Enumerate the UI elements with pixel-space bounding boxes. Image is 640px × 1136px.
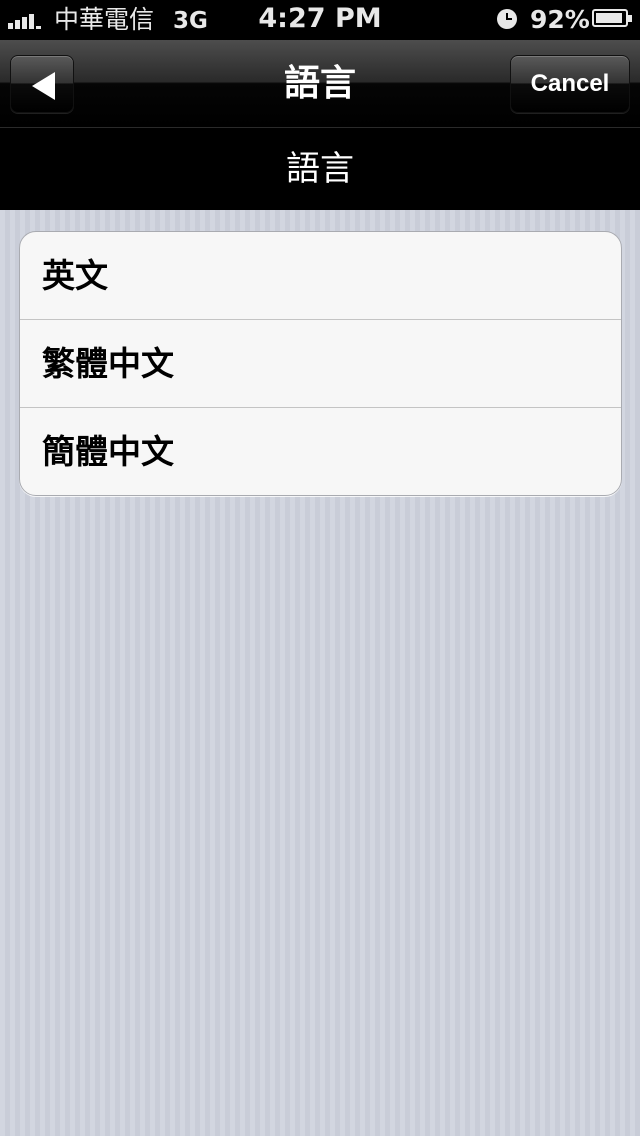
status-bar: 中華電信 3G 4:27 PM 92% xyxy=(0,0,640,40)
battery-percentage: 92% xyxy=(530,5,590,34)
battery-icon xyxy=(592,9,632,27)
clock-icon xyxy=(497,9,517,29)
back-button[interactable] xyxy=(10,55,74,113)
language-option-traditional-chinese[interactable]: 繁體中文 xyxy=(20,320,621,408)
language-option-english[interactable]: 英文 xyxy=(20,232,621,320)
language-option-label: 簡體中文 xyxy=(42,432,174,471)
battery-level-fill xyxy=(596,13,622,23)
language-list: 英文 繁體中文 簡體中文 xyxy=(19,231,622,496)
language-option-label: 英文 xyxy=(42,256,108,295)
language-option-simplified-chinese[interactable]: 簡體中文 xyxy=(20,408,621,495)
language-option-label: 繁體中文 xyxy=(42,344,174,383)
back-arrow-icon xyxy=(32,72,55,100)
section-header: 語言 xyxy=(0,128,640,210)
navigation-bar: 語言 Cancel xyxy=(0,40,640,128)
page-title: 語言 xyxy=(283,63,356,104)
cancel-button[interactable]: Cancel xyxy=(510,55,630,113)
